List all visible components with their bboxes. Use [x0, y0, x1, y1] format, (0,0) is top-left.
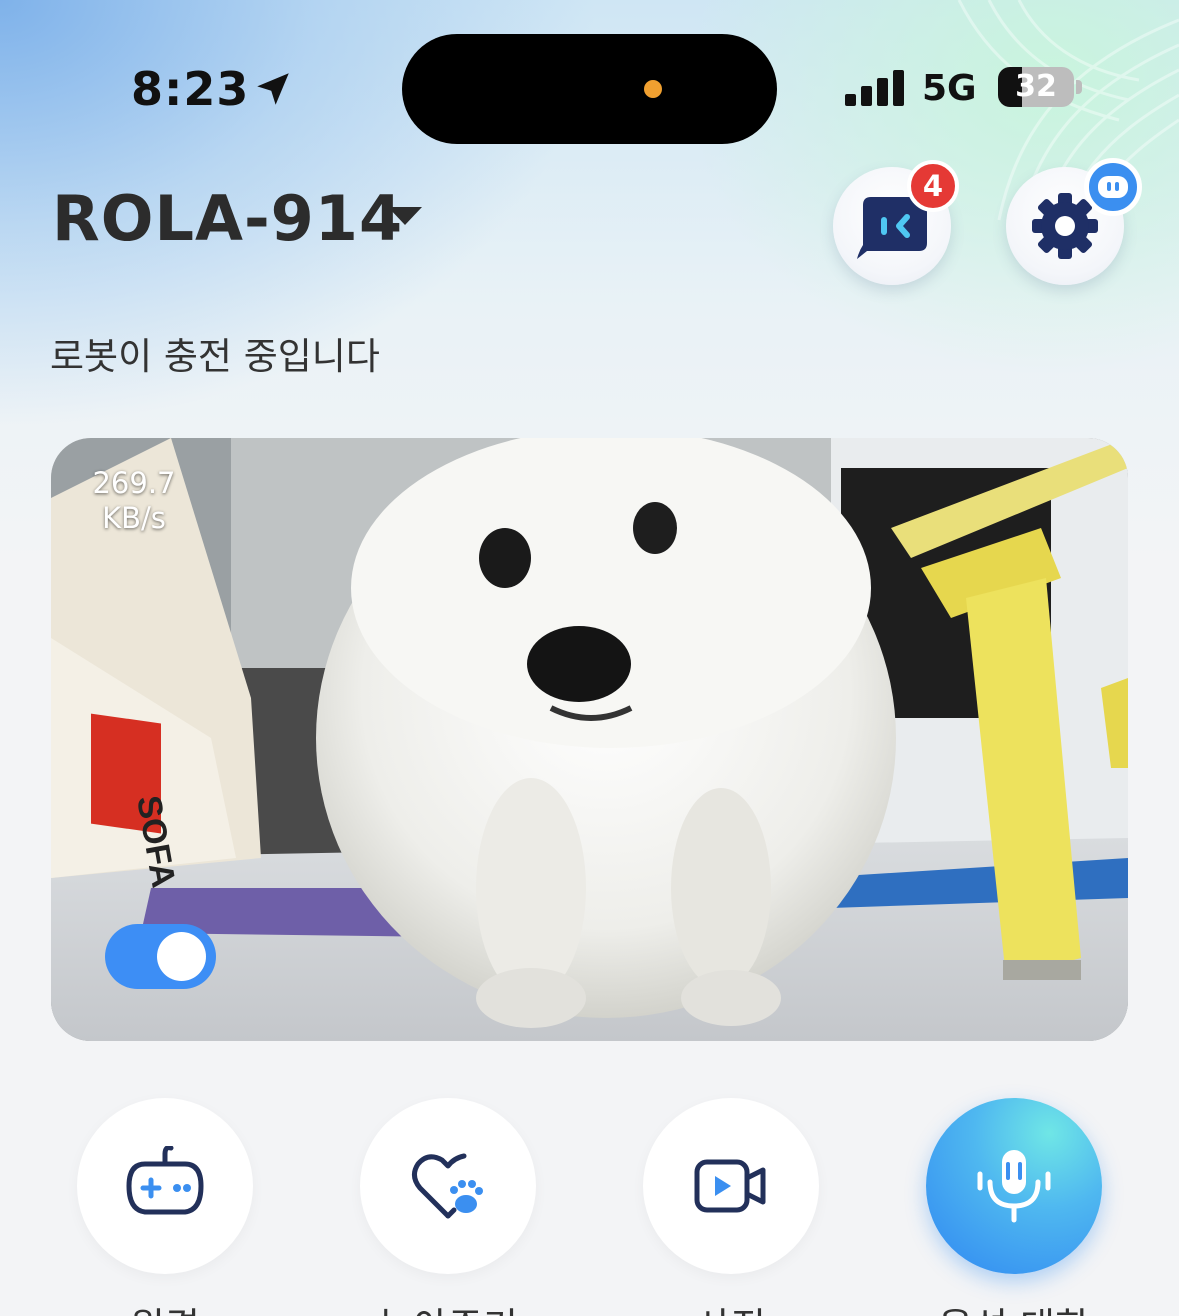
cellular-signal-icon: [845, 70, 904, 106]
robot-status-text: 로봇이 충전 중입니다: [50, 335, 380, 378]
device-name[interactable]: ROLA-914: [52, 182, 403, 255]
message-count-badge: 4: [907, 160, 959, 212]
privacy-indicator-icon: [644, 80, 662, 98]
video-camera-icon: [694, 1159, 766, 1213]
remote-control-label: 원격: [35, 1296, 295, 1316]
bitrate-unit: KB/s: [102, 501, 166, 535]
bitrate-value: 269.7: [92, 466, 176, 500]
remote-control-button[interactable]: [77, 1098, 253, 1274]
location-arrow-icon: [257, 73, 289, 105]
heart-paw-icon: [412, 1153, 483, 1219]
photo-button[interactable]: [643, 1098, 819, 1274]
voice-chat-label: 음성 대화: [884, 1296, 1144, 1316]
assistant-bot-badge[interactable]: [1084, 158, 1142, 216]
play-label: 놀아주기: [318, 1296, 578, 1316]
battery-cap: [1076, 80, 1082, 94]
caret-down-icon[interactable]: [386, 204, 424, 228]
dynamic-island: [402, 34, 777, 144]
microphone-icon: [977, 1150, 1051, 1223]
network-type: 5G: [922, 68, 977, 109]
bitrate-readout: 269.7 KB/s: [84, 466, 184, 536]
play-button[interactable]: [360, 1098, 536, 1274]
robot-face-icon: [1098, 176, 1128, 198]
toggle-knob: [157, 932, 206, 981]
battery-percent: 32: [1015, 69, 1057, 104]
photo-label: 사진: [601, 1296, 861, 1316]
camera-toggle[interactable]: [105, 924, 216, 989]
status-time: 8:23: [131, 62, 250, 116]
voice-chat-button[interactable]: [926, 1098, 1102, 1274]
battery-icon: 32: [998, 67, 1074, 107]
gamepad-icon: [126, 1146, 204, 1215]
